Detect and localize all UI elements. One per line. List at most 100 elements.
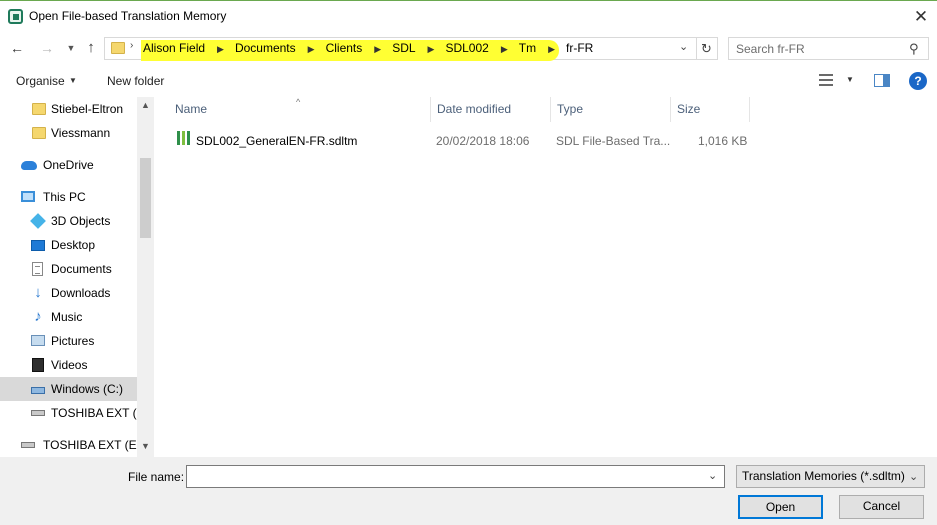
nav-item-label: Music xyxy=(51,310,83,324)
nav-item-windows-c[interactable]: Windows (C:) xyxy=(0,377,137,401)
close-icon: ✕ xyxy=(913,7,929,26)
help-icon[interactable]: ? xyxy=(909,72,927,90)
onedrive-cloud-icon xyxy=(21,161,37,170)
nav-item-label: Downloads xyxy=(51,286,111,300)
search-input[interactable] xyxy=(731,40,906,57)
chevron-down-icon[interactable]: ▼ xyxy=(69,76,77,85)
refresh-icon: ↻ xyxy=(701,41,712,56)
recent-locations-button[interactable]: ▼ xyxy=(61,38,81,58)
scroll-down-icon[interactable]: ▼ xyxy=(137,441,154,451)
videos-icon xyxy=(32,358,44,372)
downloads-icon: ↓ xyxy=(34,284,42,301)
file-name-label: File name: xyxy=(128,470,185,484)
chevron-right-icon: › xyxy=(130,40,134,51)
nav-item-documents[interactable]: Documents xyxy=(0,257,137,281)
nav-item-this-pc[interactable]: This PC xyxy=(0,185,137,209)
nav-item-label: OneDrive xyxy=(43,158,94,172)
arrow-right-icon: → xyxy=(40,40,54,56)
refresh-button[interactable]: ↻ xyxy=(696,37,718,60)
window-title: Open File-based Translation Memory xyxy=(29,9,227,23)
chevron-down-icon[interactable]: ⌄ xyxy=(708,469,717,482)
nav-item-viessmann[interactable]: Viessmann xyxy=(0,121,137,145)
nav-item-pictures[interactable]: Pictures xyxy=(0,329,137,353)
change-view-icon[interactable] xyxy=(819,74,833,86)
sdltm-file-icon xyxy=(177,131,190,145)
new-folder-button[interactable]: New folder xyxy=(107,74,164,88)
preview-pane-icon[interactable] xyxy=(874,74,890,87)
breadcrumb-item[interactable]: Tm xyxy=(519,38,536,59)
nav-item-toshiba-ext-root[interactable]: TOSHIBA EXT (E:) xyxy=(0,433,144,457)
chevron-right-icon[interactable]: ▶ xyxy=(374,39,381,60)
open-button[interactable]: Open xyxy=(738,495,823,519)
nav-scrollbar[interactable] xyxy=(137,97,154,457)
folder-icon xyxy=(32,127,46,139)
back-button[interactable]: ← xyxy=(7,38,27,58)
nav-item-label: Desktop xyxy=(51,238,96,252)
close-button[interactable]: ✕ xyxy=(905,3,937,31)
column-header-size[interactable]: Size xyxy=(671,97,750,122)
file-type: SDL File-Based Tra... xyxy=(556,134,671,148)
chevron-down-icon: ⌄ xyxy=(909,471,919,483)
file-type-select[interactable]: Translation Memories (*.sdltm) ⌄ xyxy=(736,465,925,488)
scroll-up-icon[interactable]: ▲ xyxy=(137,100,154,110)
address-dropdown-icon[interactable]: ⌄ xyxy=(679,40,688,53)
file-list: Name Date modified Type Size xyxy=(155,97,937,457)
navigation-pane: Stiebel-Eltron Viessmann OneDrive This P… xyxy=(0,97,154,457)
nav-item-onedrive[interactable]: OneDrive xyxy=(0,153,137,177)
column-header-date-modified[interactable]: Date modified xyxy=(431,97,551,122)
nav-item-toshiba-ext[interactable]: TOSHIBA EXT (E:) xyxy=(0,401,152,425)
folder-icon xyxy=(32,103,46,115)
file-name-input[interactable] xyxy=(187,466,702,487)
chevron-right-icon[interactable]: ▶ xyxy=(548,39,555,60)
chevron-right-icon[interactable]: ▶ xyxy=(308,39,315,60)
address-bar[interactable]: › Alison Field ▶ Documents ▶ Clients ▶ SDL ▶ SDL… xyxy=(104,37,697,61)
nav-item-label: Viessmann xyxy=(51,126,111,140)
column-header-type[interactable]: Type xyxy=(551,97,671,122)
breadcrumb-item[interactable]: SDL002 xyxy=(445,38,488,59)
nav-item-label: Documents xyxy=(51,262,112,276)
arrow-left-icon: ← xyxy=(10,40,24,56)
chevron-down-icon[interactable]: ▼ xyxy=(846,75,854,84)
file-name-combobox[interactable]: ⌄ xyxy=(186,465,725,488)
breadcrumb-item[interactable]: Documents xyxy=(235,38,296,59)
nav-item-label: This PC xyxy=(43,190,86,204)
computer-icon xyxy=(21,191,35,202)
breadcrumb-item[interactable]: Alison Field xyxy=(143,38,205,59)
nav-item-videos[interactable]: Videos xyxy=(0,353,137,377)
desktop-icon xyxy=(31,240,45,251)
drive-icon xyxy=(31,410,45,416)
up-button[interactable]: ↑ xyxy=(81,38,101,58)
nav-item-label: Pictures xyxy=(51,334,95,348)
nav-item-stiebel-eltron[interactable]: Stiebel-Eltron xyxy=(0,97,137,121)
file-date-modified: 20/02/2018 18:06 xyxy=(436,134,530,148)
cancel-button[interactable]: Cancel xyxy=(839,495,924,519)
breadcrumb-item[interactable]: SDL xyxy=(392,38,415,59)
nav-scrollbar-thumb[interactable] xyxy=(140,158,151,238)
folder-icon xyxy=(111,42,125,54)
file-type-value: Translation Memories (*.sdltm) xyxy=(742,469,905,483)
nav-item-music[interactable]: ♪ Music xyxy=(0,305,137,329)
pictures-icon xyxy=(31,335,45,346)
breadcrumb: Alison Field ▶ Documents ▶ Clients ▶ SDL ▶ SDL00… xyxy=(143,38,593,59)
command-toolbar: Organise ▼ New folder ▼ ? xyxy=(0,66,937,97)
organise-button[interactable]: Organise xyxy=(16,74,65,88)
nav-item-3d-objects[interactable]: 3D Objects xyxy=(0,209,137,233)
nav-item-downloads[interactable]: ↓ Downloads xyxy=(0,281,137,305)
chevron-down-icon: ▼ xyxy=(66,43,76,53)
search-box[interactable]: ⚲ xyxy=(728,37,929,60)
file-name[interactable]: SDL002_GeneralEN-FR.sdltm xyxy=(196,132,357,150)
file-size: 1,016 KB xyxy=(698,134,748,148)
breadcrumb-item[interactable]: Clients xyxy=(326,38,363,59)
nav-item-label: Stiebel-Eltron xyxy=(51,102,124,116)
chevron-right-icon[interactable]: ▶ xyxy=(428,39,435,60)
search-icon[interactable]: ⚲ xyxy=(909,41,919,57)
breadcrumb-item[interactable]: fr-FR xyxy=(566,38,593,59)
windows-drive-icon xyxy=(31,387,45,394)
sort-ascending-icon: ^ xyxy=(296,97,301,107)
nav-item-label: Videos xyxy=(51,358,88,372)
3d-objects-icon xyxy=(30,213,46,229)
nav-item-desktop[interactable]: Desktop xyxy=(0,233,137,257)
chevron-right-icon[interactable]: ▶ xyxy=(217,39,224,60)
chevron-right-icon[interactable]: ▶ xyxy=(501,39,508,60)
forward-button[interactable]: → xyxy=(37,38,57,58)
